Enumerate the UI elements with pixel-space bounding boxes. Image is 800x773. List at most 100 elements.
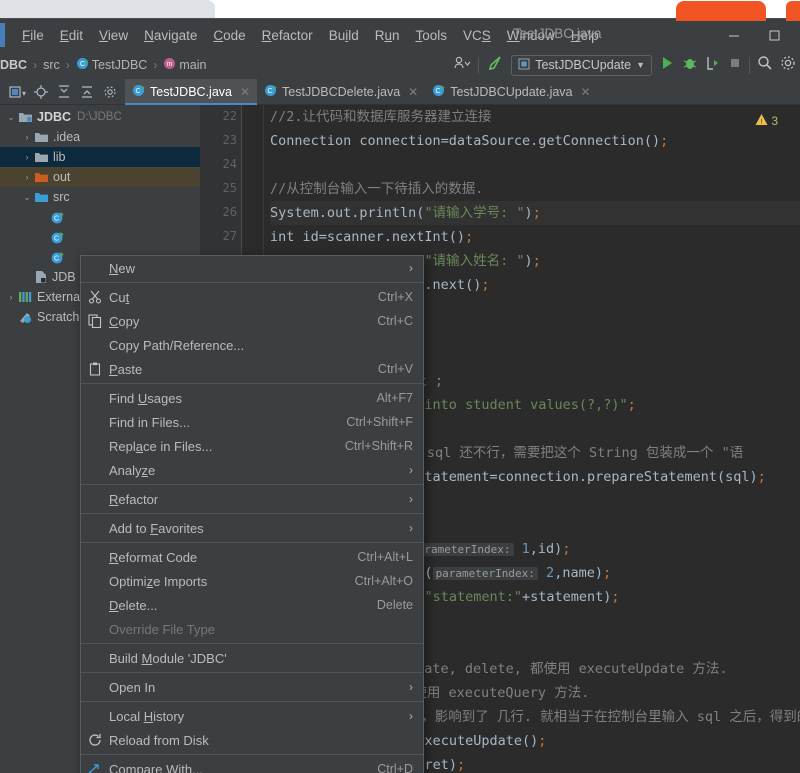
profile-icon[interactable] xyxy=(453,55,471,76)
tree-item-lib[interactable]: › lib xyxy=(0,147,200,167)
background-browser-tab xyxy=(0,0,215,18)
editor-tab-testjdbc[interactable]: C TestJDBC.java ✕ xyxy=(125,78,258,105)
menu-tools[interactable]: Tools xyxy=(408,24,456,47)
menu-separator xyxy=(81,513,423,514)
close-icon[interactable]: ✕ xyxy=(240,85,250,99)
disclosure-arrow-icon[interactable]: ⌄ xyxy=(4,112,18,123)
project-view-selector-icon[interactable]: ▾ xyxy=(8,82,28,102)
chevron-right-icon: › xyxy=(409,261,413,275)
debug-icon[interactable] xyxy=(682,55,698,76)
context-menu-item-shortcut: Ctrl+V xyxy=(377,362,413,376)
scratches-icon xyxy=(18,310,33,324)
close-icon[interactable]: ✕ xyxy=(581,85,591,99)
context-menu-item-label: Reload from Disk xyxy=(109,732,209,748)
context-menu-item-add-to-favorites[interactable]: Add to Favorites › xyxy=(81,516,423,540)
breadcrumb-item-src[interactable]: src xyxy=(43,58,60,72)
disclosure-arrow-icon[interactable]: › xyxy=(4,292,18,302)
run-icon[interactable] xyxy=(659,55,675,76)
code-line[interactable]: int id=scanner.nextInt(); xyxy=(270,225,800,249)
context-menu-item-reformat-code[interactable]: Reformat Code Ctrl+Alt+L xyxy=(81,545,423,569)
context-menu-item-paste[interactable]: Paste Ctrl+V xyxy=(81,357,423,381)
inspection-warning-badge[interactable]: ! 3 xyxy=(755,113,778,129)
editor-tab-testjdbcupdate[interactable]: C TestJDBCUpdate.java ✕ xyxy=(425,79,597,105)
code-line[interactable]: Connection connection=dataSource.getConn… xyxy=(270,129,800,153)
tree-item--idea[interactable]: › .idea xyxy=(0,127,200,147)
tree-item-out[interactable]: › out xyxy=(0,167,200,187)
context-menu-item-label: Analyze xyxy=(109,462,156,478)
context-menu-item-cut[interactable]: Cut Ctrl+X xyxy=(81,285,423,309)
breadcrumb-item-class[interactable]: C TestJDBC xyxy=(76,57,148,73)
search-icon[interactable] xyxy=(757,55,773,76)
expand-all-icon[interactable] xyxy=(54,82,74,102)
settings-gear-icon[interactable] xyxy=(100,82,120,102)
java-class-icon: C xyxy=(50,210,65,225)
tree-item-label: JDB xyxy=(52,270,76,284)
context-menu-item-new[interactable]: New › xyxy=(81,256,423,280)
breadcrumb-separator-1: › xyxy=(33,58,38,72)
close-icon[interactable]: ✕ xyxy=(408,85,418,99)
context-menu-item-find-in-files[interactable]: Find in Files... Ctrl+Shift+F xyxy=(81,410,423,434)
maximize-button[interactable] xyxy=(754,19,794,52)
disclosure-arrow-icon[interactable]: › xyxy=(20,152,34,162)
tree-item-src[interactable]: ⌄ src xyxy=(0,187,200,207)
context-menu-item-find-usages[interactable]: Find Usages Alt+F7 xyxy=(81,386,423,410)
menu-edit[interactable]: Edit xyxy=(52,24,91,47)
context-menu-item-optimize-imports[interactable]: Optimize Imports Ctrl+Alt+O xyxy=(81,569,423,593)
context-menu-item-replace-in-files[interactable]: Replace in Files... Ctrl+Shift+R xyxy=(81,434,423,458)
menu-build[interactable]: Build xyxy=(321,24,367,47)
minimize-button[interactable] xyxy=(714,19,754,52)
coverage-icon[interactable] xyxy=(705,55,721,76)
code-line[interactable] xyxy=(270,153,800,177)
collapse-all-icon[interactable] xyxy=(77,82,97,102)
disclosure-arrow-icon[interactable]: ⌄ xyxy=(20,192,34,203)
menu-code[interactable]: Code xyxy=(205,24,253,47)
context-menu-item-compare-with[interactable]: Compare With... Ctrl+D xyxy=(81,757,423,773)
menu-run[interactable]: Run xyxy=(367,24,408,47)
breadcrumb-item-project[interactable]: DBC xyxy=(0,58,27,72)
locate-file-icon[interactable] xyxy=(31,82,51,102)
java-class-icon: C xyxy=(432,84,445,100)
context-menu-item-label: Refactor xyxy=(109,491,159,507)
svg-text:C: C xyxy=(268,88,273,95)
context-menu-item-analyze[interactable]: Analyze › xyxy=(81,458,423,482)
breadcrumb-label-class: TestJDBC xyxy=(91,58,148,72)
tree-item-6[interactable]: C xyxy=(0,227,200,247)
reload-icon xyxy=(87,732,103,748)
context-menu[interactable]: New › Cut Ctrl+X Copy Ctrl+C Copy Path/Referen… xyxy=(80,255,424,773)
paste-icon xyxy=(87,361,103,377)
menu-refactor[interactable]: Refactor xyxy=(254,24,321,47)
context-menu-item-copy-path-reference[interactable]: Copy Path/Reference... xyxy=(81,333,423,357)
editor-tab-testjdbcdelete[interactable]: C TestJDBCDelete.java ✕ xyxy=(257,79,425,105)
context-menu-item-refactor[interactable]: Refactor › xyxy=(81,487,423,511)
tree-item-jdbc[interactable]: ⌄ JDBC D:\JDBC xyxy=(0,107,200,127)
context-menu-item-copy[interactable]: Copy Ctrl+C xyxy=(81,309,423,333)
context-menu-item-label: Add to Favorites xyxy=(109,520,204,536)
settings-icon[interactable] xyxy=(780,55,796,76)
menu-vcs[interactable]: VCS xyxy=(455,24,499,47)
context-menu-item-shortcut: Ctrl+Alt+O xyxy=(354,574,413,588)
disclosure-arrow-icon[interactable]: › xyxy=(20,132,34,142)
context-menu-item-label: Delete... xyxy=(109,597,158,613)
gutter-line-number: 22 xyxy=(222,109,237,123)
menu-file[interactable]: File xyxy=(14,24,52,47)
context-menu-item-build-module-jdbc[interactable]: Build Module 'JDBC' xyxy=(81,646,423,670)
context-menu-item-override-file-type: Override File Type xyxy=(81,617,423,641)
breadcrumb-item-method[interactable]: m main xyxy=(163,57,206,73)
gutter-line-number: 25 xyxy=(222,181,237,195)
context-menu-item-local-history[interactable]: Local History › xyxy=(81,704,423,728)
context-menu-item-shortcut: Ctrl+Shift+F xyxy=(346,415,413,429)
code-line[interactable]: System.out.println("请输入学号: "); xyxy=(270,201,800,225)
code-line[interactable]: //2.让代码和数据库服务器建立连接 xyxy=(270,105,800,129)
code-line[interactable]: //从控制台输入一下待插入的数据. xyxy=(270,177,800,201)
build-icon[interactable] xyxy=(486,54,504,77)
disclosure-arrow-icon[interactable]: › xyxy=(20,172,34,182)
context-menu-item-open-in[interactable]: Open In › xyxy=(81,675,423,699)
java-class-icon: C xyxy=(132,84,145,100)
context-menu-item-label: New xyxy=(109,260,136,276)
menu-navigate[interactable]: Navigate xyxy=(136,24,205,47)
tree-item-5[interactable]: C xyxy=(0,207,200,227)
context-menu-item-delete[interactable]: Delete... Delete xyxy=(81,593,423,617)
run-configuration-selector[interactable]: TestJDBCUpdate ▼ xyxy=(511,54,652,76)
context-menu-item-reload-from-disk[interactable]: Reload from Disk xyxy=(81,728,423,752)
menu-view[interactable]: View xyxy=(91,24,136,47)
